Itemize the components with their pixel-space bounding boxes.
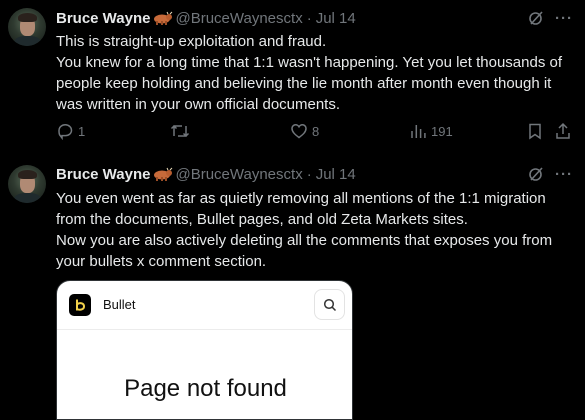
author-handle[interactable]: @BruceWaynesctx [175,166,302,183]
search-icon [314,289,345,320]
ox-emoji [154,11,173,25]
repost-button[interactable] [170,121,194,141]
tweet-header: Bruce Wayne @BruceWaynesctx · Jul 14 [56,164,356,184]
bullet-logo [69,294,91,316]
reply-icon [58,124,73,140]
grok-icon[interactable] [526,164,546,184]
avatar[interactable] [8,165,46,203]
tweet-text: You even went as far as quietly removing… [56,188,581,272]
avatar[interactable] [8,8,46,46]
tweet-date[interactable]: Jul 14 [316,10,356,27]
view-count: 191 [431,123,453,139]
card-brand: Bullet [103,297,136,312]
author-name[interactable]: Bruce Wayne [56,10,150,27]
share-button[interactable] [554,121,572,141]
action-bar: 1 8 191 [56,121,581,141]
tweet-date[interactable]: Jul 14 [316,166,356,183]
tweet-text-line: Now you are also actively deleting all t… [56,232,553,249]
tweet[interactable]: Bruce Wayne @BruceWaynesctx · Jul 14 ···… [0,160,585,420]
views-icon [411,125,426,138]
repost-icon [170,124,190,138]
reply-button[interactable]: 1 [56,121,85,141]
tweet-text-line: This is straight-up exploitation and fra… [56,33,327,50]
more-icon[interactable]: ··· [554,164,574,184]
tweet-text: This is straight-up exploitation and fra… [56,31,581,115]
tweet-text-line: your bullets x comment section. [56,253,267,270]
tweet[interactable]: Bruce Wayne @BruceWaynesctx · Jul 14 ···… [0,0,585,160]
media-screenshot[interactable]: Bullet Page not found [56,280,353,420]
bookmark-button[interactable] [526,121,544,141]
tweet-text-line: You even went as far as quietly removing… [56,190,546,207]
author-name[interactable]: Bruce Wayne [56,166,150,183]
bookmark-icon [529,123,541,140]
tweet-text-line: people keep holding and believing the li… [56,75,552,92]
separator-dot: · [306,9,312,27]
separator-dot: · [306,165,312,183]
card-divider [57,329,352,330]
reply-count: 1 [78,123,86,139]
heart-icon [291,124,307,139]
like-count: 8 [312,123,320,139]
share-icon [556,122,570,139]
ox-emoji [154,167,173,181]
tweet-text-line: from the documents, Bullet pages, and ol… [56,211,468,228]
views-button[interactable]: 191 [409,121,453,141]
grok-icon[interactable] [526,8,546,28]
tweet-text-line: You knew for a long time that 1:1 wasn't… [56,54,563,71]
card-title: Page not found [124,375,287,402]
tweet-text-line: was written in your own official documen… [56,96,341,113]
like-button[interactable]: 8 [290,121,319,141]
author-handle[interactable]: @BruceWaynesctx [175,10,302,27]
more-icon[interactable]: ··· [554,8,574,28]
tweet-header: Bruce Wayne @BruceWaynesctx · Jul 14 [56,8,356,28]
